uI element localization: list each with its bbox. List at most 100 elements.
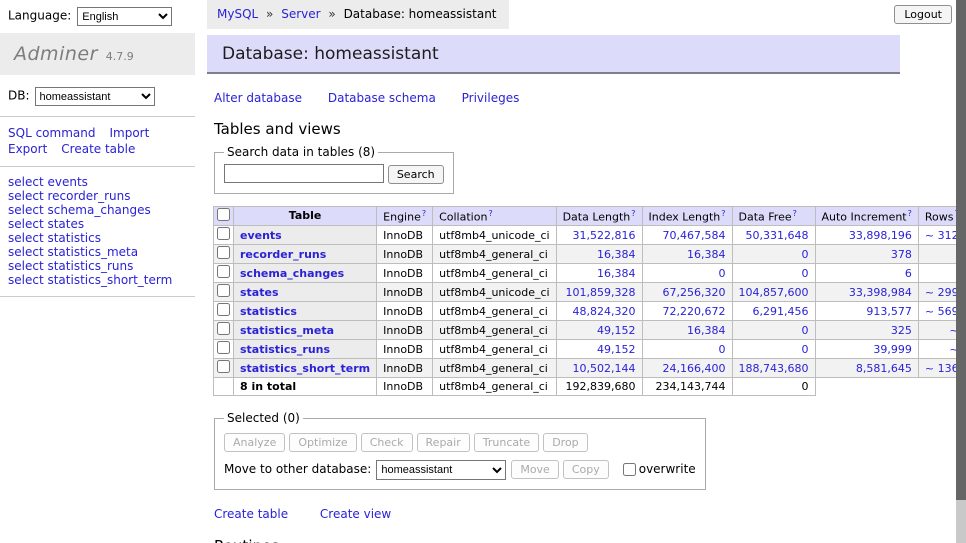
engine-cell: InnoDB [377, 302, 433, 321]
table-link[interactable]: statistics [240, 305, 297, 318]
breadcrumb-mysql-link[interactable]: MySQL [217, 7, 258, 21]
check-button[interactable]: Check [361, 433, 413, 452]
data-free-link[interactable]: 6,291,456 [753, 305, 809, 318]
engine-cell: InnoDB [377, 378, 433, 396]
data-length-link[interactable]: 49,152 [597, 343, 636, 356]
index-length-link[interactable]: 24,166,400 [663, 362, 726, 375]
sidebar-select-link[interactable]: select statistics_short_term [8, 273, 195, 287]
truncate-button[interactable]: Truncate [474, 433, 539, 452]
index-length-link[interactable]: 72,220,672 [663, 305, 726, 318]
data-free-link[interactable]: 50,331,648 [746, 229, 809, 242]
row-checkbox[interactable] [217, 341, 230, 354]
overwrite-checkbox[interactable] [623, 463, 636, 476]
help-link[interactable]: ? [488, 209, 492, 218]
help-link[interactable]: ? [793, 209, 797, 218]
data-free-link[interactable]: 0 [802, 248, 809, 261]
auto-increment-link[interactable]: 913,577 [866, 305, 912, 318]
table-link[interactable]: schema_changes [240, 267, 344, 280]
data-free-link[interactable]: 0 [802, 324, 809, 337]
engine-cell: InnoDB [377, 245, 433, 264]
help-link[interactable]: ? [721, 209, 725, 218]
selected-buttons-row: AnalyzeOptimize CheckRepairTruncateDrop [224, 433, 696, 452]
help-link[interactable]: ? [631, 209, 635, 218]
auto-increment-link[interactable]: 39,999 [873, 343, 912, 356]
alter-database-link[interactable]: Alter database [214, 91, 302, 105]
drop-button[interactable]: Drop [543, 433, 587, 452]
auto-increment-link[interactable]: 378 [891, 248, 912, 261]
row-checkbox[interactable] [217, 227, 230, 240]
breadcrumb-separator: » [266, 7, 273, 21]
auto-increment-link[interactable]: 6 [905, 267, 912, 280]
sidebar-item-create-table[interactable]: Create table [61, 142, 135, 156]
data-free-link[interactable]: 188,743,680 [739, 362, 809, 375]
table-link[interactable]: statistics_meta [240, 324, 334, 337]
move-button[interactable]: Move [511, 460, 559, 479]
index-length-link[interactable]: 0 [719, 267, 726, 280]
engine-cell: InnoDB [377, 321, 433, 340]
table-link[interactable]: statistics_short_term [240, 362, 370, 375]
create-view-link[interactable]: Create view [320, 507, 391, 521]
row-checkbox[interactable] [217, 265, 230, 278]
data-length-link[interactable]: 16,384 [597, 248, 636, 261]
row-checkbox[interactable] [217, 360, 230, 373]
row-checkbox[interactable] [217, 246, 230, 259]
auto-increment-link[interactable]: 33,398,984 [849, 286, 912, 299]
data-free-link[interactable]: 0 [802, 267, 809, 280]
sidebar-select-link[interactable]: select statistics_meta [8, 245, 195, 259]
data-length-link[interactable]: 48,824,320 [573, 305, 636, 318]
database-schema-link[interactable]: Database schema [328, 91, 436, 105]
row-checkbox[interactable] [217, 303, 230, 316]
select-all-checkbox[interactable] [217, 208, 230, 221]
db-select[interactable]: homeassistant [35, 87, 155, 106]
sidebar-select-link[interactable]: select events [8, 175, 195, 189]
table-link[interactable]: recorder_runs [240, 248, 326, 261]
sidebar-item-import[interactable]: Import [109, 126, 149, 140]
table-link[interactable]: events [240, 229, 282, 242]
optimize-button[interactable]: Optimize [289, 433, 356, 452]
help-link[interactable]: ? [908, 209, 912, 218]
sidebar-nav: SQL command Import Export Create table [0, 117, 195, 167]
sidebar-select-link[interactable]: select statistics [8, 231, 195, 245]
sidebar-select-link[interactable]: select schema_changes [8, 203, 195, 217]
sidebar-select-link[interactable]: select recorder_runs [8, 189, 195, 203]
table-link[interactable]: states [240, 286, 279, 299]
sidebar: Language:English Adminer 4.7.9 DB:homeas… [0, 0, 195, 543]
breadcrumb-server-link[interactable]: Server [281, 7, 320, 21]
table-link[interactable]: statistics_runs [240, 343, 330, 356]
repair-button[interactable]: Repair [417, 433, 470, 452]
data-length-link[interactable]: 49,152 [597, 324, 636, 337]
sidebar-select-link[interactable]: select statistics_runs [8, 259, 195, 273]
auto-increment-link[interactable]: 325 [891, 324, 912, 337]
help-link[interactable]: ? [422, 209, 426, 218]
data-length-link[interactable]: 31,522,816 [573, 229, 636, 242]
sidebar-item-sql-command[interactable]: SQL command [8, 126, 95, 140]
move-database-select[interactable]: homeassistant [376, 460, 506, 480]
vertical-scrollbar[interactable] [956, 0, 966, 543]
search-button[interactable]: Search [388, 165, 444, 184]
scrollbar-thumb[interactable] [956, 0, 966, 500]
index-length-link[interactable]: 0 [719, 343, 726, 356]
auto-increment-link[interactable]: 8,581,645 [856, 362, 912, 375]
data-length-link[interactable]: 10,502,144 [573, 362, 636, 375]
data-free-link[interactable]: 104,857,600 [739, 286, 809, 299]
data-length-link[interactable]: 16,384 [597, 267, 636, 280]
engine-cell: InnoDB [377, 226, 433, 245]
sidebar-select-link[interactable]: select states [8, 217, 195, 231]
index-length-link[interactable]: 67,256,320 [663, 286, 726, 299]
index-length-link[interactable]: 16,384 [687, 248, 726, 261]
create-table-link[interactable]: Create table [214, 507, 288, 521]
sidebar-item-export[interactable]: Export [8, 142, 47, 156]
index-length-link[interactable]: 70,467,584 [663, 229, 726, 242]
column-header-data-free: Data Free? [732, 206, 815, 226]
data-length-link[interactable]: 101,859,328 [566, 286, 636, 299]
privileges-link[interactable]: Privileges [462, 91, 520, 105]
language-select[interactable]: English [77, 7, 172, 26]
copy-button[interactable]: Copy [563, 460, 609, 479]
search-input[interactable] [224, 164, 384, 183]
row-checkbox[interactable] [217, 284, 230, 297]
row-checkbox[interactable] [217, 322, 230, 335]
data-free-link[interactable]: 0 [802, 343, 809, 356]
auto-increment-link[interactable]: 33,898,196 [849, 229, 912, 242]
analyze-button[interactable]: Analyze [224, 433, 285, 452]
index-length-link[interactable]: 16,384 [687, 324, 726, 337]
